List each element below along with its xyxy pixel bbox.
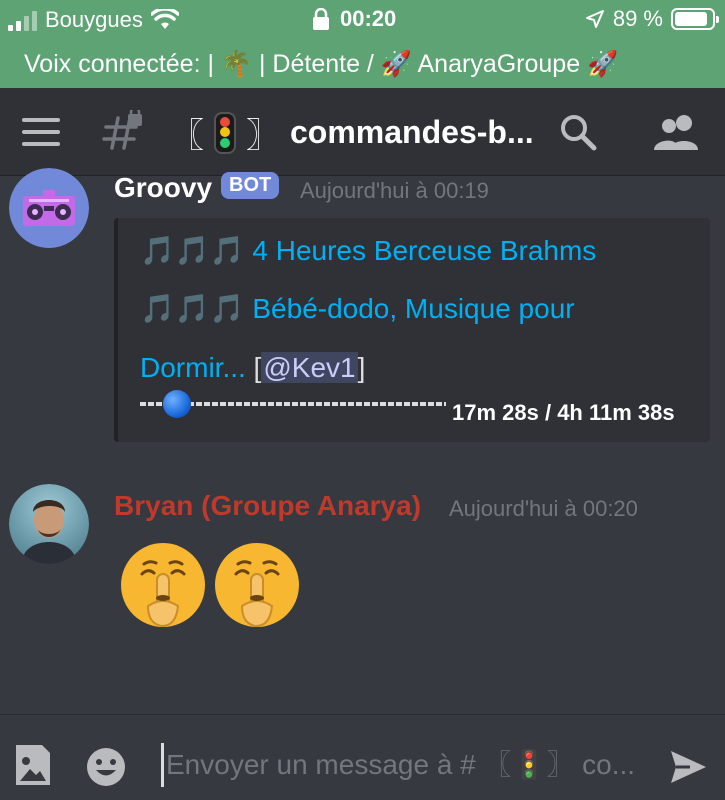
channel-title[interactable]: 〖 〗 commandes-b...	[170, 108, 534, 157]
send-icon[interactable]	[668, 747, 708, 787]
playback-progress-bar	[140, 390, 446, 418]
progress-knob	[163, 390, 192, 418]
message-timestamp: Aujourd'hui à 00:20	[449, 496, 638, 521]
battery-group: 89 %	[585, 6, 719, 32]
playback-time: 17m 28s / 4h 11m 38s	[452, 400, 675, 425]
embed-title-line-2[interactable]: 🎵🎵🎵 Bébé-dodo, Musique pour	[140, 292, 575, 325]
voice-banner-text[interactable]: Voix connectée: | 🌴 | Détente / 🚀 Anarya…	[24, 50, 618, 79]
voice-connected-banner[interactable]: Bouygues 00:20 89 % Voix connectée: | 🌴 …	[0, 0, 725, 88]
shushing-face-emoji[interactable]	[212, 540, 302, 630]
embed-title-line-1[interactable]: 🎵🎵🎵 4 Heures Berceuse Brahms	[140, 234, 596, 267]
bot-badge: BOT	[221, 172, 280, 199]
emoji-picker-icon[interactable]	[86, 747, 126, 787]
battery-fill	[675, 12, 708, 26]
channel-header: 〖 〗 commandes-b...	[0, 88, 725, 176]
embed-title-line-3: Dormir... [@Kev1]	[140, 352, 365, 384]
search-icon[interactable]	[558, 112, 598, 152]
battery-icon	[671, 8, 719, 30]
user-mention[interactable]: @Kev1	[261, 352, 358, 383]
menu-icon[interactable]	[22, 118, 60, 146]
embed-link-continuation[interactable]: Dormir...	[140, 352, 246, 383]
mention-open-bracket: [	[245, 352, 262, 383]
cell-signal-icon	[8, 9, 37, 31]
channel-name: commandes-b...	[290, 114, 534, 150]
carrier-name: Bouygues	[45, 7, 143, 32]
message-composer	[0, 714, 725, 800]
locked-channel-hash-icon	[102, 110, 142, 150]
wifi-icon	[150, 9, 179, 29]
clock: 00:20	[340, 6, 397, 31]
channel-bracket-right: 〗	[246, 117, 280, 155]
status-bar: Bouygues 00:20 89 %	[0, 0, 725, 40]
carrier-group: Bouygues	[8, 7, 179, 33]
lock-icon	[313, 8, 329, 30]
now-playing-embed: 🎵🎵🎵 4 Heures Berceuse Brahms 🎵🎵🎵 Bébé-do…	[114, 218, 710, 442]
groovy-avatar[interactable]	[9, 168, 89, 248]
members-icon[interactable]	[652, 112, 700, 152]
mention-close-bracket: ]	[357, 352, 366, 383]
channel-bracket-left: 〖	[170, 117, 204, 155]
bryan-avatar[interactable]	[9, 484, 89, 564]
message-author[interactable]: Bryan (Groupe Anarya)	[114, 490, 421, 522]
image-upload-icon[interactable]	[14, 743, 52, 787]
battery-percent: 89 %	[612, 6, 663, 31]
message-author[interactable]: Groovy	[114, 172, 212, 204]
message-timestamp: Aujourd'hui à 00:19	[300, 178, 489, 203]
shushing-face-emoji[interactable]	[118, 540, 208, 630]
location-arrow-icon	[585, 10, 604, 28]
traffic-light-icon	[214, 111, 236, 154]
message-input[interactable]	[166, 745, 652, 785]
clock-group: 00:20	[312, 6, 396, 32]
text-cursor	[161, 743, 164, 787]
